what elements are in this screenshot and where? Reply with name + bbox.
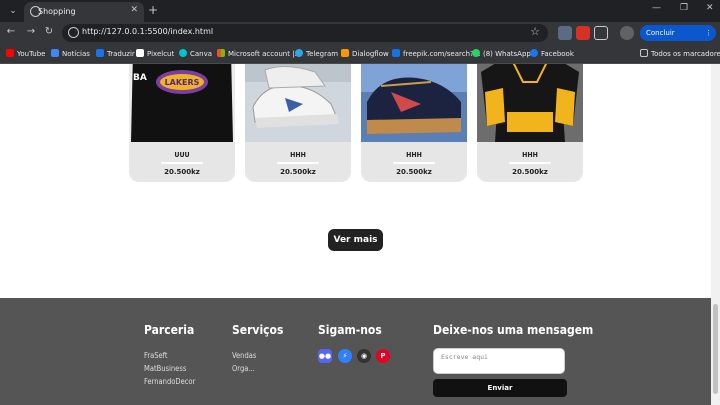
bookmark-star-icon[interactable]: ☆ [530,25,540,38]
bookmark-youtube[interactable]: YouTube [6,48,45,60]
folder-icon [640,49,648,57]
footer-link[interactable]: Orga... [232,364,255,373]
bookmark-dialogflow[interactable]: Dialogflow [341,48,389,60]
pdf-extension-icon[interactable] [576,26,590,40]
bookmark-telegram[interactable]: Telegram [295,48,338,60]
product-card[interactable]: HHH 20.500kz [245,64,351,182]
bookmark-noticias[interactable]: Notícias [51,48,90,60]
extensions-puzzle-icon[interactable] [594,26,608,40]
product-image-white-sneakers [245,64,351,142]
pixelcut-icon [136,49,144,57]
site-info-icon[interactable] [68,27,79,38]
freepik-icon [392,49,400,57]
product-price: 20.500kz [164,168,200,176]
product-card[interactable]: LAKERS BA UUU 20.500kz [129,64,235,182]
youtube-icon [6,49,14,57]
toolbar: ← → ↻ http://127.0.0.1:5500/index.html ☆… [0,22,720,53]
product-name: HHH [522,151,538,159]
bookmark-traduzir[interactable]: Traduzir [96,48,135,60]
svg-text:BA: BA [133,73,147,83]
product-card[interactable]: HHH 20.500kz [361,64,467,182]
news-icon [51,49,59,57]
product-image-navy-sneaker [361,64,467,142]
page-content: LAKERS BA UUU 20.500kz HHH 20.500kz HHH [0,64,711,405]
ver-mais-button[interactable]: Ver mais [328,229,383,251]
bookmark-canva[interactable]: Canva [179,48,212,60]
product-card[interactable]: HHH 20.500kz [477,64,583,182]
back-icon[interactable]: ← [4,26,18,37]
bookmark-microsoft[interactable]: Microsoft account |... [217,48,301,60]
send-button[interactable]: Enviar [433,379,567,397]
pinterest-icon[interactable]: P [376,349,390,363]
bookmark-pixelcut[interactable]: Pixelcut [136,48,174,60]
footer-title-mensagem: Deixe-nos uma mensagem [433,323,594,337]
tab-search-icon[interactable]: ⌄ [6,4,20,18]
product-name: UUU [174,151,190,159]
divider [509,162,551,164]
all-bookmarks[interactable]: Todos os marcadores [640,48,720,60]
minimize-icon[interactable]: — [652,3,661,13]
url-text: http://127.0.0.1:5500/index.html [82,27,214,36]
product-image-tshirt: LAKERS BA [129,64,235,142]
browser-tab[interactable]: Shopping ✕ [24,2,144,22]
restore-icon[interactable]: ❐ [680,3,688,13]
tab-title: Shopping [38,7,76,16]
footer-link[interactable]: MatBusiness [144,364,186,373]
translate-icon [96,49,104,57]
product-price: 20.500kz [512,168,548,176]
footer-title-parceria: Parceria [144,323,195,337]
footer-link[interactable]: FernandoDecor [144,377,195,386]
footer: Parceria FraSeft MatBusiness FernandoDec… [0,298,711,405]
footer-title-sigam: Sigam-nos [318,323,382,337]
bookmark-whatsapp[interactable]: (8) WhatsApp [472,48,531,60]
product-name: HHH [290,151,306,159]
bookmark-freepik[interactable]: freepik.com/search?... [392,48,480,60]
close-window-icon[interactable]: ✕ [706,3,714,13]
more-menu-icon[interactable]: ⋮ [705,25,712,41]
svg-text:LAKERS: LAKERS [165,78,200,87]
divider [277,162,319,164]
page-scrollbar[interactable] [711,64,720,405]
extension-icon[interactable] [558,26,572,40]
address-bar[interactable]: http://127.0.0.1:5500/index.html ☆ [62,24,548,42]
github-icon[interactable]: ◉ [357,349,371,363]
forward-icon[interactable]: → [24,26,38,37]
close-tab-icon[interactable]: ✕ [130,5,138,15]
product-price: 20.500kz [396,168,432,176]
profile-icon[interactable] [620,26,634,40]
tab-strip: ⌄ Shopping ✕ + — ❐ ✕ [0,0,720,22]
update-button[interactable]: Concluir atualização ⋮ [640,25,716,53]
product-name: HHH [406,151,422,159]
discord-icon[interactable]: ●● [318,349,332,363]
microsoft-icon [217,49,225,57]
product-price: 20.500kz [280,168,316,176]
dialogflow-icon [341,49,349,57]
divider [393,162,435,164]
new-tab-icon[interactable]: + [148,3,158,17]
footer-link[interactable]: FraSeft [144,351,168,360]
telegram-icon [295,49,303,57]
facebook-icon [530,49,538,57]
messenger-icon[interactable]: ⚡ [338,349,352,363]
product-image-hoodie [477,64,583,142]
bookmark-facebook[interactable]: Facebook [530,48,574,60]
footer-link[interactable]: Vendas [232,351,256,360]
bookmarks-bar: YouTube Notícias Traduzir Pixelcut Canva… [0,44,720,64]
whatsapp-icon [472,49,480,57]
divider [161,162,203,164]
footer-title-servicos: Serviços [232,323,284,337]
reload-icon[interactable]: ↻ [42,26,56,37]
scrollbar-thumb[interactable] [713,304,718,394]
canva-icon [179,49,187,57]
message-input[interactable]: Escreve aqui [433,348,565,374]
